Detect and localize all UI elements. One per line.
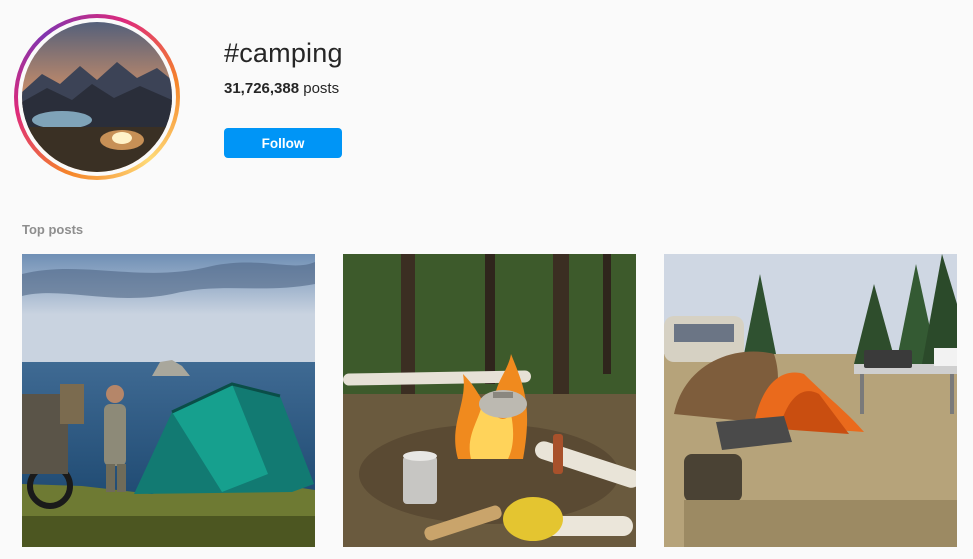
posts-count-number: 31,726,388 [224,80,300,97]
hashtag-avatar-ring [14,14,180,180]
top-post-2[interactable] [343,254,636,547]
posts-count-label: posts [303,80,340,97]
top-post-1[interactable] [22,254,315,547]
follow-button[interactable]: Follow [224,128,342,158]
posts-count: 31,726,388 posts [224,80,339,97]
top-post-3[interactable] [664,254,957,547]
post-1-image [22,254,315,547]
hashtag-avatar-image [22,22,172,172]
top-posts-heading: Top posts [22,222,84,237]
post-3-image [664,254,957,547]
post-2-image [343,254,636,547]
hashtag-title: #camping [224,38,343,68]
